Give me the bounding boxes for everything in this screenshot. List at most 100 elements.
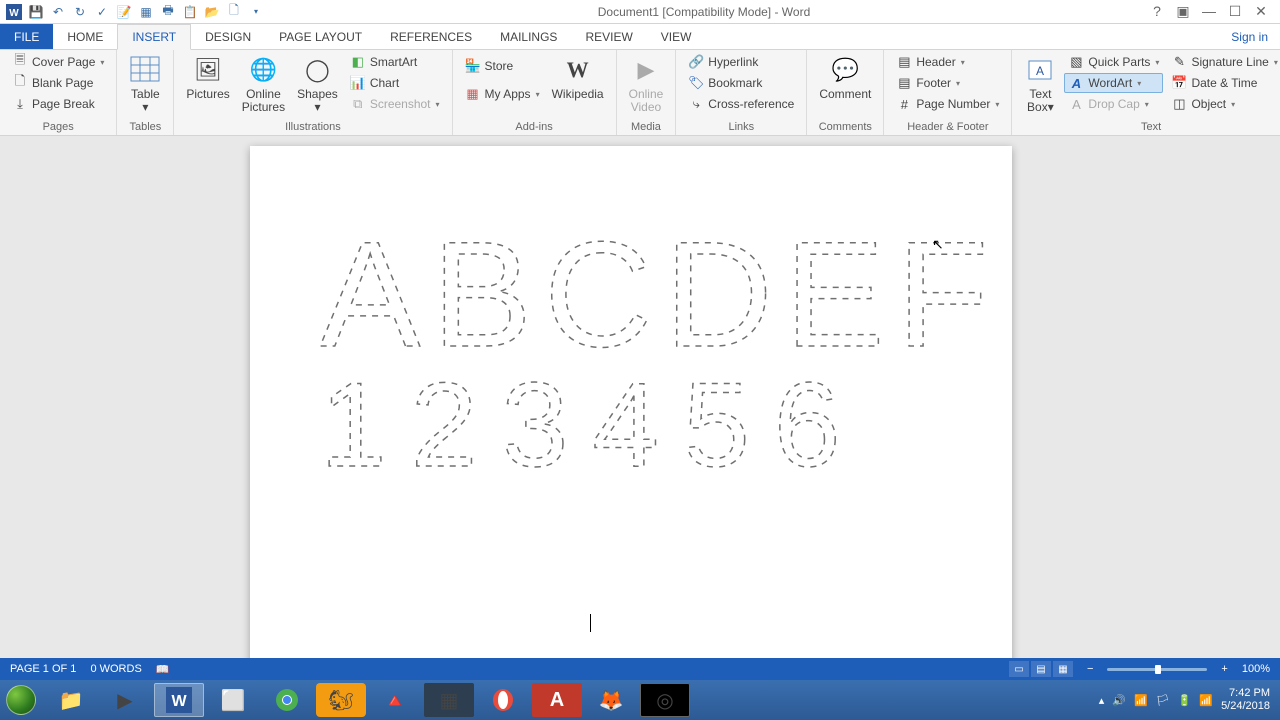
online-video-button[interactable]: ▶Online Video: [625, 52, 668, 116]
taskbar-opera-icon[interactable]: [478, 683, 528, 717]
comment-button[interactable]: 💬Comment: [815, 52, 875, 103]
tab-view[interactable]: VIEW: [647, 24, 706, 49]
group-media: ▶Online Video Media: [617, 50, 677, 135]
proofing-icon[interactable]: 📖: [156, 663, 170, 676]
taskbar-chrome-icon[interactable]: [262, 683, 312, 717]
window-title: Document1 [Compatibility Mode] - Word: [270, 5, 1138, 19]
sign-in-link[interactable]: Sign in: [1219, 24, 1280, 49]
tab-mailings[interactable]: MAILINGS: [486, 24, 571, 49]
cover-page-button[interactable]: 🗏Cover Page▾: [8, 52, 108, 72]
group-comments: 💬Comment Comments: [807, 50, 884, 135]
zoom-out-icon[interactable]: −: [1087, 663, 1093, 675]
text-box-button[interactable]: AText Box▾: [1020, 52, 1060, 116]
chart-button[interactable]: 📊Chart: [346, 73, 444, 93]
store-icon: 🏪: [465, 58, 481, 74]
zoom-level[interactable]: 100%: [1242, 663, 1270, 675]
word-count[interactable]: 0 WORDS: [90, 663, 141, 675]
table-button[interactable]: Table▾: [125, 52, 165, 116]
tray-signal-icon[interactable]: 📶: [1199, 694, 1213, 707]
zoom-slider[interactable]: [1107, 668, 1207, 671]
taskbar-firefox-icon[interactable]: 🦊: [586, 683, 636, 717]
shapes-button[interactable]: ◯Shapes▾: [293, 52, 342, 116]
my-apps-button[interactable]: ▦My Apps▾: [461, 84, 544, 104]
taskbar-adobe-icon[interactable]: A: [532, 683, 582, 717]
zoom-in-icon[interactable]: +: [1221, 663, 1227, 675]
minimize-icon[interactable]: ―: [1200, 3, 1218, 20]
taskbar-vlc-icon[interactable]: 🔺: [370, 683, 420, 717]
help-icon[interactable]: ?: [1148, 3, 1166, 20]
tray-volume-icon[interactable]: 🔊: [1112, 694, 1126, 707]
tab-insert[interactable]: INSERT: [117, 24, 191, 50]
close-icon[interactable]: ✕: [1252, 3, 1270, 20]
page-indicator[interactable]: PAGE 1 OF 1: [10, 663, 76, 675]
document-page[interactable]: ABCDEF 123456: [250, 146, 1012, 658]
status-bar: PAGE 1 OF 1 0 WORDS 📖 ▭ ▤ ▦ − + 100%: [0, 658, 1280, 680]
online-video-icon: ▶: [630, 54, 662, 86]
object-button[interactable]: ◫Object▾: [1167, 94, 1280, 114]
taskbar-word-icon[interactable]: W: [154, 683, 204, 717]
qat-icon[interactable]: 📝: [116, 4, 132, 20]
store-button[interactable]: 🏪Store: [461, 56, 544, 76]
start-button[interactable]: [0, 680, 42, 720]
cross-reference-button[interactable]: ⤷Cross-reference: [684, 94, 798, 114]
qat-icon[interactable]: ▦: [138, 4, 154, 20]
taskbar-explorer-icon[interactable]: 📁: [46, 683, 96, 717]
save-icon[interactable]: 💾: [28, 4, 44, 20]
print-layout-icon[interactable]: ▤: [1031, 661, 1051, 677]
qat-icon[interactable]: 🖶: [160, 4, 176, 20]
taskbar-uc-icon[interactable]: 🐿: [316, 683, 366, 717]
blank-page-button[interactable]: 🗋Blank Page: [8, 73, 108, 93]
page-break-button[interactable]: ⤓Page Break: [8, 94, 108, 114]
page-number-button[interactable]: #Page Number▾: [892, 94, 1003, 114]
new-doc-icon[interactable]: 🗋: [226, 4, 242, 20]
header-button[interactable]: ▤Header▾: [892, 52, 1003, 72]
hyperlink-button[interactable]: 🔗Hyperlink: [684, 52, 798, 72]
taskbar-app-icon[interactable]: ◎: [640, 683, 690, 717]
qat-more-icon[interactable]: ▾: [248, 4, 264, 20]
quick-parts-button[interactable]: ▧Quick Parts▾: [1064, 52, 1163, 72]
view-buttons: ▭ ▤ ▦: [1009, 661, 1073, 677]
maximize-icon[interactable]: ☐: [1226, 3, 1244, 20]
qat-icon[interactable]: 📂: [204, 4, 220, 20]
tab-page-layout[interactable]: PAGE LAYOUT: [265, 24, 376, 49]
footer-button[interactable]: ▤Footer▾: [892, 73, 1003, 93]
tray-chevron-icon[interactable]: ▴: [1099, 694, 1105, 707]
comment-icon: 💬: [829, 54, 861, 86]
tab-home[interactable]: HOME: [53, 24, 117, 49]
taskbar-media-player-icon[interactable]: ▶: [100, 683, 150, 717]
tab-design[interactable]: DESIGN: [191, 24, 265, 49]
taskbar-app-icon[interactable]: ▦: [424, 683, 474, 717]
screenshot-button[interactable]: ⧉Screenshot▾: [346, 94, 444, 114]
svg-text:W: W: [171, 693, 187, 710]
tray-flag-icon[interactable]: 🏳: [1156, 694, 1170, 707]
redo-icon[interactable]: ↻: [72, 4, 88, 20]
date-time-button[interactable]: 📅Date & Time: [1167, 73, 1280, 93]
ribbon-display-icon[interactable]: ▣: [1174, 3, 1192, 20]
drop-cap-button[interactable]: ADrop Cap▾: [1064, 94, 1163, 114]
tray-battery-icon[interactable]: 🔋: [1178, 694, 1192, 707]
tab-file[interactable]: FILE: [0, 24, 53, 49]
wordart-button[interactable]: AWordArt▾: [1064, 73, 1163, 93]
tab-references[interactable]: REFERENCES: [376, 24, 486, 49]
header-icon: ▤: [896, 54, 912, 70]
taskbar: 📁 ▶ W ⬜ 🐿 🔺 ▦ A 🦊 ◎ ▴ 🔊 📶 🏳 🔋 📶 7:42 PM …: [0, 680, 1280, 720]
clock[interactable]: 7:42 PM 5/24/2018: [1221, 687, 1270, 713]
smartart-button[interactable]: ◧SmartArt: [346, 52, 444, 72]
word-icon: W: [6, 4, 22, 20]
tray-network-icon[interactable]: 📶: [1134, 694, 1148, 707]
tab-review[interactable]: REVIEW: [571, 24, 646, 49]
signature-line-button[interactable]: ✎Signature Line▾: [1167, 52, 1280, 72]
taskbar-app-icon[interactable]: ⬜: [208, 683, 258, 717]
read-mode-icon[interactable]: ▭: [1009, 661, 1029, 677]
qat-icon[interactable]: ✓: [94, 4, 110, 20]
page-number-icon: #: [896, 96, 912, 112]
pictures-button[interactable]: 🖼Pictures: [182, 52, 233, 103]
svg-text:A: A: [1036, 64, 1044, 78]
online-pictures-button[interactable]: 🌐Online Pictures: [238, 52, 289, 116]
document-area[interactable]: ABCDEF 123456 ↖: [0, 136, 1280, 658]
bookmark-button[interactable]: 🏷Bookmark: [684, 73, 798, 93]
web-layout-icon[interactable]: ▦: [1053, 661, 1073, 677]
wikipedia-button[interactable]: WWikipedia: [548, 52, 608, 103]
qat-icon[interactable]: 📋: [182, 4, 198, 20]
undo-icon[interactable]: ↶: [50, 4, 66, 20]
